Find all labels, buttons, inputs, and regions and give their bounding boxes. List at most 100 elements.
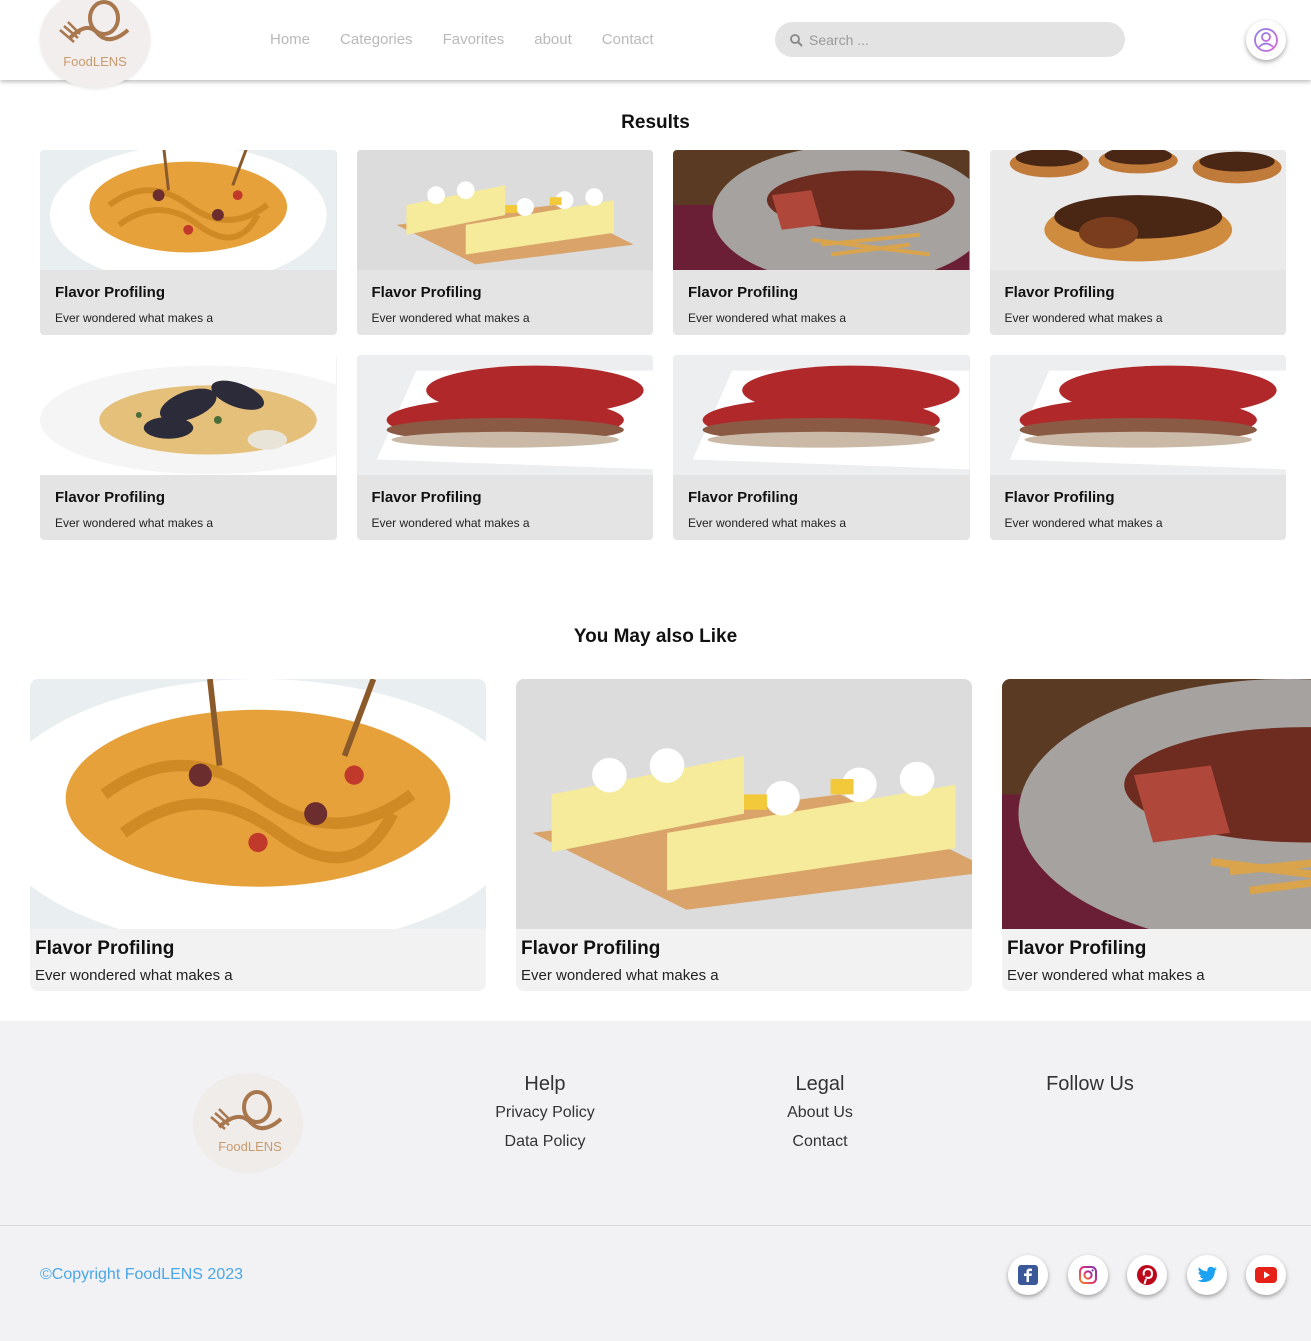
search-bar[interactable]	[775, 22, 1125, 57]
copyright-text: ©Copyright FoodLENS 2023	[40, 1266, 244, 1283]
footer-help-heading: Help	[524, 1073, 566, 1095]
pasta-image	[30, 679, 486, 949]
footer-help: Help Privacy Policy Data Policy	[485, 1073, 605, 1162]
footer-legal-heading: Legal	[795, 1073, 845, 1095]
card-title: Flavor Profiling	[1004, 489, 1115, 506]
tart-image	[989, 150, 1286, 275]
card-title: Flavor Profiling	[1004, 284, 1115, 301]
card-image	[989, 355, 1286, 480]
footer-follow-heading: Follow Us	[1046, 1073, 1134, 1095]
meatloaf-image	[356, 355, 653, 480]
user-icon	[1254, 28, 1278, 52]
twitter-button[interactable]	[1187, 1255, 1227, 1295]
card-title: Flavor Profiling	[688, 284, 799, 301]
card-description: Ever wondered what makes a	[1004, 516, 1163, 530]
card-image	[30, 679, 486, 949]
twitter-icon	[1197, 1266, 1217, 1283]
logo-icon: FoodLENS	[59, 0, 130, 69]
nav-favorites[interactable]: Favorites	[443, 31, 505, 48]
card-description: Ever wondered what makes a	[1007, 967, 1205, 984]
site-footer: FoodLENS Help Privacy Policy Data Policy…	[0, 1021, 1311, 1341]
card-image	[40, 150, 337, 285]
card-image	[673, 355, 970, 480]
facebook-button[interactable]	[1008, 1255, 1048, 1295]
footer-legal: Legal About Us Contact	[760, 1073, 880, 1162]
also-like-heading: You May also Like	[573, 626, 738, 647]
instagram-icon	[1079, 1266, 1097, 1284]
svg-text:FoodLENS: FoodLENS	[63, 54, 127, 69]
data-policy-link[interactable]: Data Policy	[485, 1133, 605, 1151]
nav-home[interactable]: Home	[270, 31, 310, 48]
card-image	[356, 355, 653, 480]
result-card[interactable]: Flavor Profiling Ever wondered what make…	[40, 150, 337, 335]
card-description: Ever wondered what makes a	[371, 516, 530, 530]
card-image	[673, 150, 970, 285]
suggestion-card[interactable]: Flavor Profiling Ever wondered what make…	[1002, 679, 1311, 991]
result-card[interactable]: Flavor Profiling Ever wondered what make…	[356, 355, 653, 540]
site-header: FoodLENS Home Categories Favorites about…	[0, 0, 1311, 88]
suggestion-card[interactable]: Flavor Profiling Ever wondered what make…	[516, 679, 972, 991]
card-description: Ever wondered what makes a	[688, 311, 847, 325]
card-title: Flavor Profiling	[521, 938, 661, 959]
card-title: Flavor Profiling	[35, 938, 175, 959]
youtube-icon	[1255, 1267, 1277, 1283]
svg-text:FoodLENS: FoodLENS	[218, 1139, 282, 1154]
card-title: Flavor Profiling	[55, 284, 166, 301]
card-title: Flavor Profiling	[371, 489, 482, 506]
mussels-image	[40, 355, 337, 480]
card-title: Flavor Profiling	[371, 284, 482, 301]
logo[interactable]: FoodLENS	[40, 0, 150, 88]
footer-divider	[0, 1225, 1311, 1226]
steak-image	[673, 150, 970, 285]
result-card[interactable]: Flavor Profiling Ever wondered what make…	[40, 355, 337, 540]
nav-contact[interactable]: Contact	[602, 31, 654, 48]
result-card[interactable]: Flavor Profiling Ever wondered what make…	[989, 150, 1286, 335]
results-grid: Flavor Profiling Ever wondered what make…	[40, 150, 1286, 540]
card-description: Ever wondered what makes a	[55, 516, 214, 530]
result-card[interactable]: Flavor Profiling Ever wondered what make…	[673, 150, 970, 335]
card-description: Ever wondered what makes a	[1004, 311, 1163, 325]
meatloaf-image	[673, 355, 970, 480]
cake-image	[356, 150, 653, 275]
nav-about[interactable]: about	[534, 31, 572, 48]
result-card[interactable]: Flavor Profiling Ever wondered what make…	[989, 355, 1286, 540]
footer-follow: Follow Us	[1030, 1073, 1150, 1104]
user-avatar-button[interactable]	[1246, 20, 1286, 60]
card-title: Flavor Profiling	[55, 489, 166, 506]
pasta-image	[40, 150, 337, 285]
card-description: Ever wondered what makes a	[35, 967, 233, 984]
card-image	[356, 150, 653, 275]
pinterest-icon	[1137, 1265, 1157, 1285]
result-card[interactable]: Flavor Profiling Ever wondered what make…	[356, 150, 653, 335]
search-icon	[790, 33, 803, 47]
search-input[interactable]	[809, 31, 1109, 48]
card-title: Flavor Profiling	[688, 489, 799, 506]
facebook-icon	[1018, 1265, 1038, 1285]
steak-image	[1002, 679, 1311, 949]
card-image	[40, 355, 337, 480]
card-description: Ever wondered what makes a	[371, 311, 530, 325]
also-like-carousel: Flavor Profiling Ever wondered what make…	[30, 679, 1311, 991]
meatloaf-image	[989, 355, 1286, 480]
about-us-link[interactable]: About Us	[760, 1104, 880, 1122]
youtube-button[interactable]	[1246, 1255, 1286, 1295]
instagram-button[interactable]	[1068, 1255, 1108, 1295]
card-image	[1002, 679, 1311, 949]
nav-categories[interactable]: Categories	[340, 31, 413, 48]
main-nav: Home Categories Favorites about Contact	[270, 31, 684, 48]
card-title: Flavor Profiling	[1007, 938, 1147, 959]
privacy-policy-link[interactable]: Privacy Policy	[485, 1104, 605, 1122]
card-image	[989, 150, 1286, 275]
result-card[interactable]: Flavor Profiling Ever wondered what make…	[673, 355, 970, 540]
footer-logo[interactable]: FoodLENS	[193, 1073, 303, 1173]
cake-image	[516, 679, 972, 929]
logo-icon: FoodLENS	[210, 1090, 283, 1154]
contact-link[interactable]: Contact	[760, 1133, 880, 1151]
card-description: Ever wondered what makes a	[521, 967, 719, 984]
card-description: Ever wondered what makes a	[55, 311, 214, 325]
card-description: Ever wondered what makes a	[688, 516, 847, 530]
suggestion-card[interactable]: Flavor Profiling Ever wondered what make…	[30, 679, 486, 991]
pinterest-button[interactable]	[1127, 1255, 1167, 1295]
results-heading: Results	[621, 112, 690, 133]
card-image	[516, 679, 972, 929]
